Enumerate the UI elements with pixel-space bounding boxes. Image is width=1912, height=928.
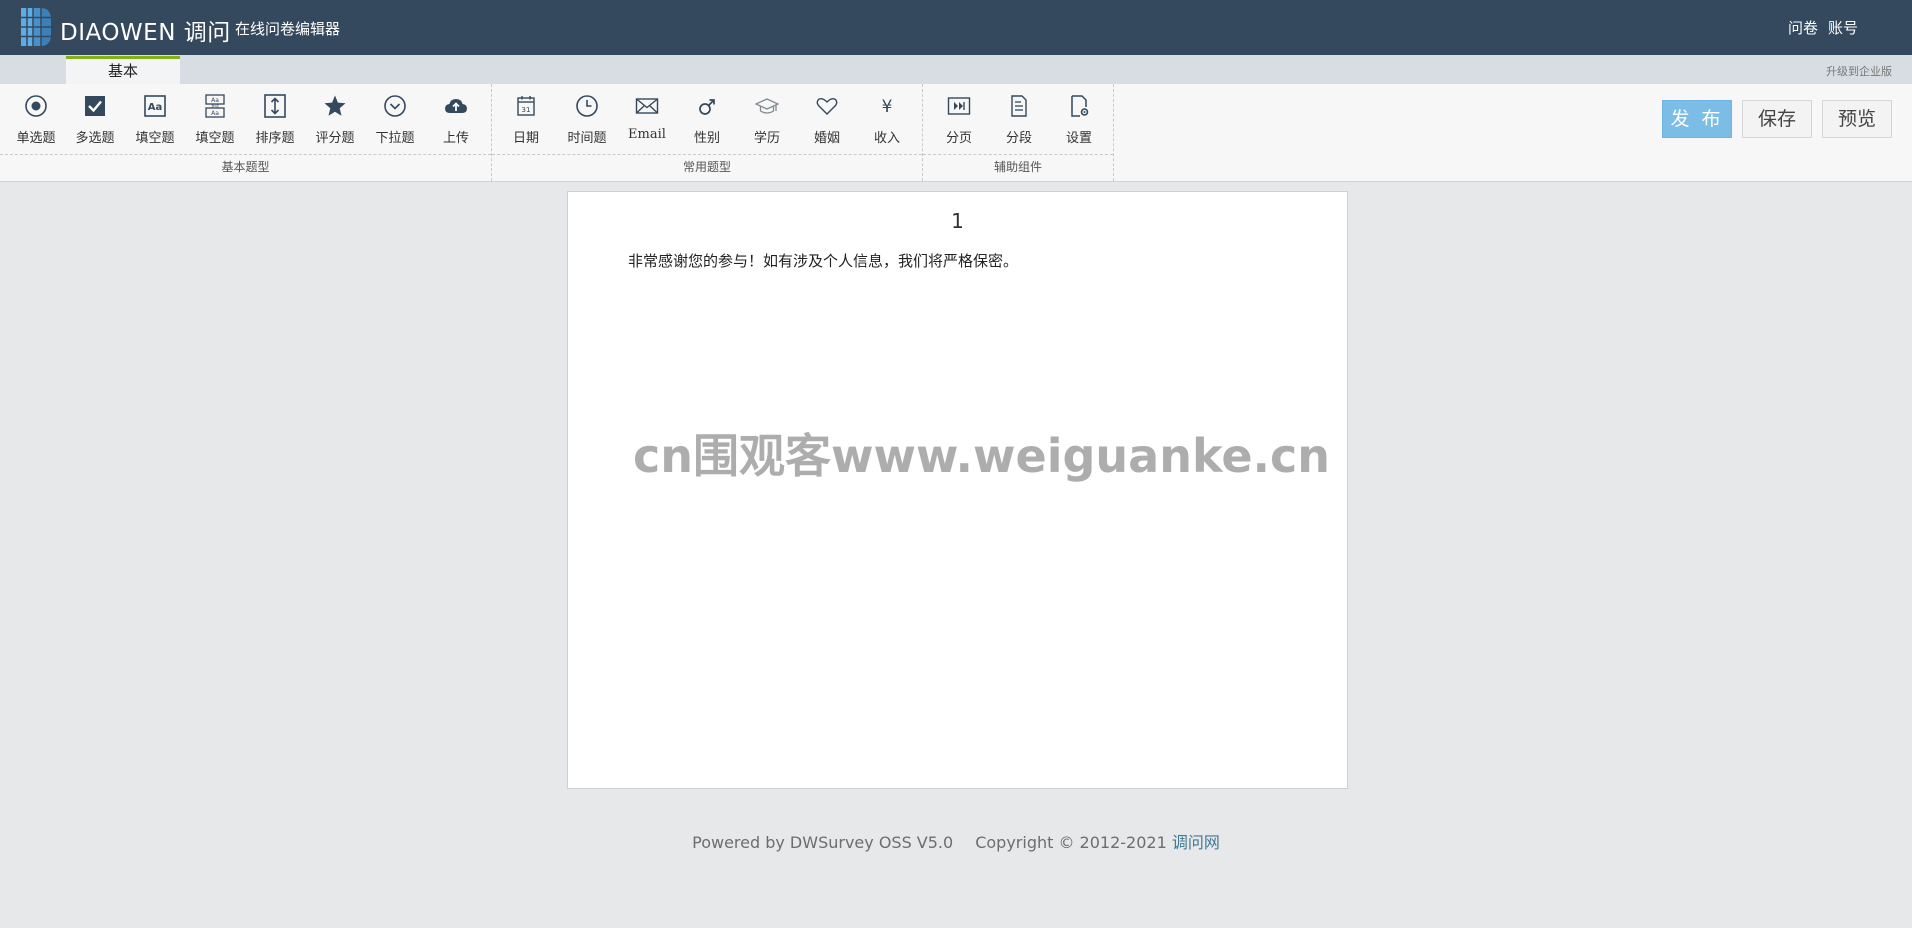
radio-icon [25, 95, 47, 117]
tool-multi-fill-blank[interactable]: Aa Aa 多项 填空题 [187, 84, 243, 154]
dropdown-icon [384, 95, 406, 117]
footer-copyright: Copyright © 2012-2021 [975, 833, 1167, 852]
sort-icon [264, 94, 286, 118]
tool-upload[interactable]: 上传 [428, 84, 484, 154]
survey-intro-text[interactable]: 非常感谢您的参与！如有涉及个人信息，我们将严格保密。 [628, 250, 1018, 271]
clock-icon [576, 95, 598, 117]
tool-multi-choice[interactable]: 多选题 [67, 84, 123, 154]
footer: Powered by DWSurvey OSS V5.0 Copyright © … [0, 829, 1912, 853]
tool-date[interactable]: 31 日期 [498, 84, 554, 154]
nav-surveys[interactable]: 问卷 [1788, 17, 1818, 38]
tool-label: 婚姻 [813, 131, 840, 146]
question-toolbar: 单选题 多选题 Aa 填空题 Aa Aa 多项 填空题 排序题 评分题 下拉题 … [0, 84, 1912, 182]
svg-text:31: 31 [522, 106, 531, 114]
tool-label: 多选题 [75, 131, 115, 146]
heart-icon [816, 97, 838, 115]
survey-page: 1 非常感谢您的参与！如有涉及个人信息，我们将严格保密。 [567, 191, 1348, 789]
publish-button[interactable]: 发 布 [1662, 100, 1732, 138]
preview-button[interactable]: 预览 [1822, 100, 1892, 138]
page-break-icon [947, 97, 971, 115]
graduation-cap-icon [755, 98, 779, 114]
email-icon [635, 98, 659, 114]
upload-icon [445, 99, 467, 113]
calendar-icon: 31 [517, 96, 535, 116]
tool-label: 下拉题 [375, 131, 415, 146]
tool-income[interactable]: ¥ 收入 [859, 84, 915, 154]
svg-text:Aa: Aa [211, 110, 219, 117]
tool-label: 评分题 [315, 131, 355, 146]
tool-label: 单选题 [16, 131, 56, 146]
tool-label: 时间题 [567, 131, 607, 146]
paragraph-icon [1011, 95, 1027, 117]
brand-name[interactable]: DIAOWEN 调问 [60, 13, 231, 47]
tool-gender[interactable]: 性别 [679, 84, 735, 154]
group-label-common: 常用题型 [492, 154, 922, 181]
svg-text:¥: ¥ [882, 97, 893, 117]
tool-label: 排序题 [255, 131, 295, 146]
gender-icon [699, 99, 715, 115]
tool-fill-blank[interactable]: Aa 填空题 [127, 84, 183, 154]
watermark: cn围观客www.weiguanke.cn [633, 429, 1331, 483]
tool-label: 日期 [512, 131, 539, 146]
diaowen-logo-icon[interactable] [21, 8, 51, 46]
page-number: 1 [951, 209, 964, 233]
tool-page-break[interactable]: 分页 [931, 84, 987, 154]
svg-text:Aa: Aa [148, 102, 163, 113]
top-nav: 问卷 账号 [1788, 17, 1858, 38]
tool-paragraph[interactable]: 分段 [991, 84, 1047, 154]
group-aux-components: 分页 分段 设置 辅助组件 [923, 84, 1114, 181]
tool-single-choice[interactable]: 单选题 [8, 84, 64, 154]
group-label-aux: 辅助组件 [923, 154, 1113, 181]
upgrade-link[interactable]: 升级到企业版 [1826, 63, 1892, 79]
tool-dropdown[interactable]: 下拉题 [367, 84, 423, 154]
tool-label: 填空题 [195, 131, 235, 146]
svg-text:多项: 多项 [211, 102, 219, 108]
tool-label: 性别 [693, 131, 720, 146]
multi-fill-icon: Aa Aa 多项 [205, 94, 225, 118]
tool-label: 填空题 [135, 131, 175, 146]
footer-powered: Powered by DWSurvey OSS V5.0 [692, 833, 954, 852]
group-common-types: 31 日期 时间题 Email 性别 学历 婚姻 ¥ 收入 常用题型 [492, 84, 923, 181]
tool-label: 上传 [442, 131, 469, 146]
tool-email[interactable]: Email [619, 84, 675, 154]
tool-label: 分页 [945, 131, 972, 146]
star-icon [324, 95, 346, 116]
editor-subtitle: 在线问卷编辑器 [235, 20, 341, 38]
tool-label: Email [628, 127, 666, 142]
tool-education[interactable]: 学历 [739, 84, 795, 154]
tool-label: 分段 [1005, 131, 1032, 146]
tool-marriage[interactable]: 婚姻 [799, 84, 855, 154]
tab-basic[interactable]: 基本 [66, 56, 180, 84]
group-label-basic: 基本题型 [0, 154, 491, 181]
tool-label: 学历 [753, 131, 780, 146]
checkbox-icon [85, 96, 105, 116]
save-button[interactable]: 保存 [1742, 100, 1812, 138]
tool-time[interactable]: 时间题 [559, 84, 615, 154]
tool-label: 设置 [1065, 131, 1092, 146]
yen-icon: ¥ [882, 97, 893, 117]
top-header: DIAOWEN 调问 在线问卷编辑器 问卷 账号 [0, 0, 1912, 55]
tool-rating[interactable]: 评分题 [307, 84, 363, 154]
settings-doc-icon [1071, 95, 1089, 117]
text-fill-icon: Aa [144, 95, 166, 117]
group-basic-types: 单选题 多选题 Aa 填空题 Aa Aa 多项 填空题 排序题 评分题 下拉题 … [0, 84, 492, 181]
tool-sort[interactable]: 排序题 [247, 84, 303, 154]
footer-link[interactable]: 调问网 [1172, 833, 1220, 852]
tool-label: 收入 [873, 131, 900, 146]
tab-strip: 基本 升级到企业版 [0, 55, 1912, 84]
tool-settings[interactable]: 设置 [1051, 84, 1107, 154]
nav-account[interactable]: 账号 [1828, 17, 1858, 38]
